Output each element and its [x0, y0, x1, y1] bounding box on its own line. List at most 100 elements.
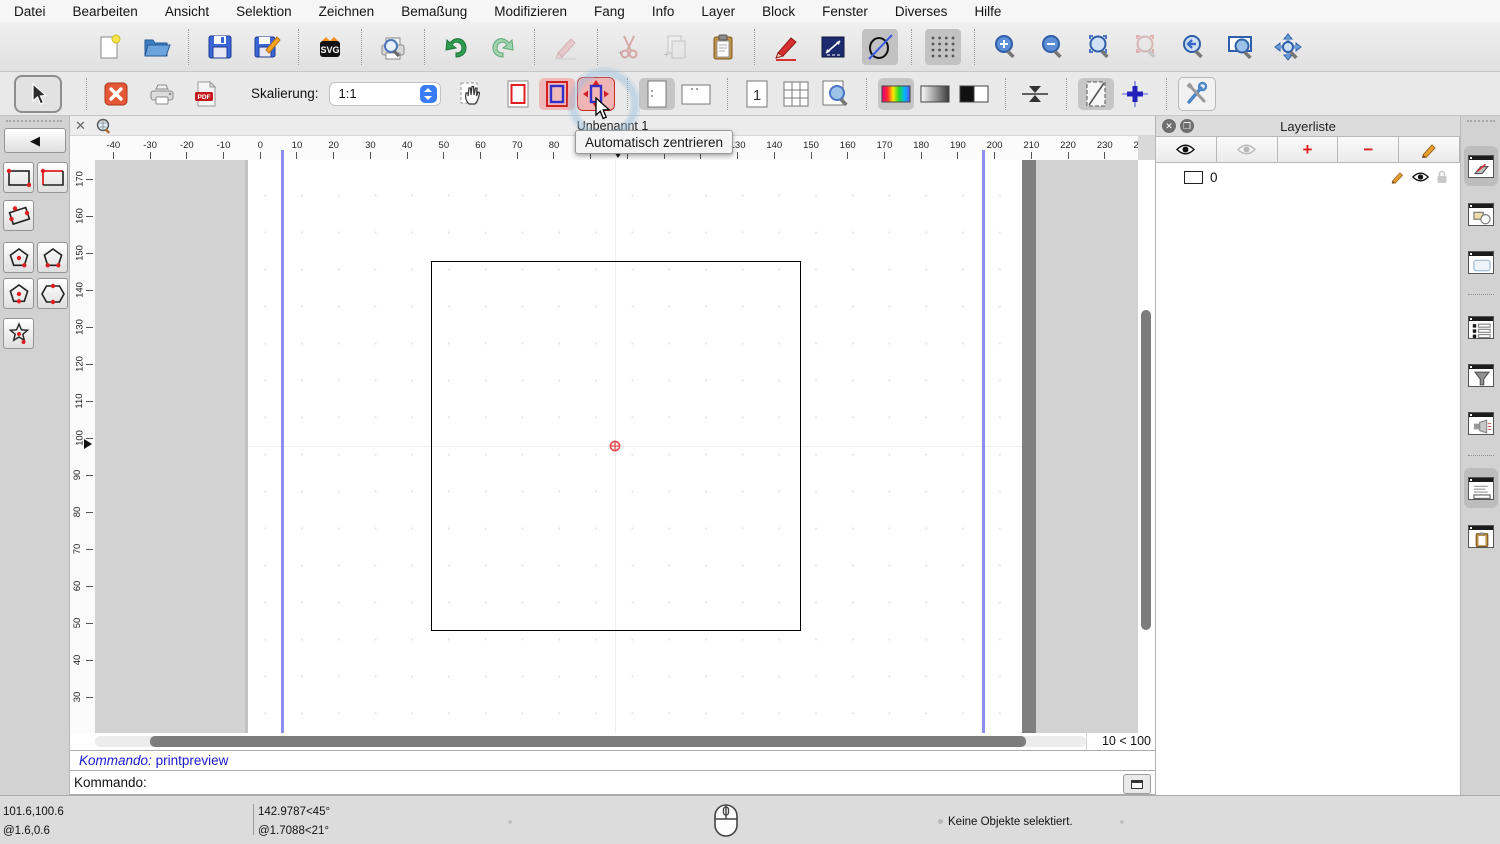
center-line-button[interactable] — [1017, 78, 1053, 110]
menu-item[interactable]: Fang — [594, 4, 625, 19]
print-preview-button[interactable] — [375, 29, 411, 65]
print-button[interactable] — [144, 78, 180, 110]
stepper-icon[interactable] — [420, 85, 437, 103]
layer-row[interactable]: 0 — [1156, 166, 1460, 188]
menu-item[interactable]: Layer — [701, 4, 735, 19]
horizontal-scrollbar-thumb[interactable] — [150, 736, 1026, 747]
blackwhite-button[interactable] — [956, 78, 992, 110]
zoom-window-button[interactable] — [1223, 29, 1259, 65]
save-as-button[interactable] — [249, 29, 285, 65]
menu-item[interactable]: Bearbeiten — [73, 4, 138, 19]
pencil-icon[interactable] — [1390, 170, 1405, 184]
color-button[interactable] — [878, 78, 914, 110]
pan-hand-button[interactable] — [453, 78, 489, 110]
zoom-page-button[interactable] — [817, 78, 853, 110]
svg-export-icon: SVG — [316, 33, 344, 61]
show-all-layers-button[interactable] — [1155, 136, 1217, 163]
zoom-out-button[interactable] — [1035, 29, 1071, 65]
landscape-button[interactable] — [678, 78, 714, 110]
scale-select[interactable]: 1:1 — [329, 82, 441, 106]
zoom-back-button[interactable] — [1176, 29, 1212, 65]
add-layer-button[interactable]: + — [1277, 136, 1339, 163]
layer-list-dock-button[interactable] — [1464, 146, 1498, 186]
menu-item[interactable]: Datei — [14, 4, 46, 19]
menu-item[interactable]: Hilfe — [974, 4, 1001, 19]
zoom-previous-button[interactable] — [1129, 29, 1165, 65]
save-button[interactable] — [202, 29, 238, 65]
palette-back-button[interactable]: ◀ — [4, 128, 66, 153]
copy-button[interactable]: + — [658, 29, 694, 65]
ruler-tick-label: 240 — [1123, 136, 1138, 160]
rectangle-rotated-tool[interactable] — [3, 200, 34, 231]
svg-text:+: + — [664, 50, 669, 59]
options-icon — [1184, 81, 1210, 107]
pdf-export-button[interactable]: PDF — [188, 78, 224, 110]
one-page-button[interactable]: 1 — [739, 78, 775, 110]
edit-layer-button[interactable] — [1398, 136, 1460, 163]
draft-mode-button[interactable] — [862, 29, 898, 65]
command-widget-dock-button[interactable] — [1464, 468, 1498, 508]
undo-button[interactable] — [438, 29, 474, 65]
multi-page-button[interactable] — [778, 78, 814, 110]
measure-line-button[interactable] — [815, 29, 851, 65]
menu-item[interactable]: Fenster — [822, 4, 868, 19]
crosshair-button[interactable] — [1117, 78, 1153, 110]
menu-item[interactable]: Ansicht — [165, 4, 209, 19]
grayscale-button[interactable] — [917, 78, 953, 110]
polygon-center-tangent-tool[interactable] — [3, 278, 34, 309]
entity-list-dock-button[interactable] — [1464, 307, 1498, 347]
block-list-dock-button[interactable] — [1464, 194, 1498, 234]
remove-layer-button[interactable]: − — [1337, 136, 1399, 163]
erase-button[interactable] — [548, 29, 584, 65]
command-detach-button[interactable] — [1123, 774, 1151, 794]
pen-button[interactable] — [768, 29, 804, 65]
vertical-scrollbar[interactable] — [1138, 160, 1155, 733]
polygon-2corners-tool[interactable] — [37, 242, 68, 273]
eye-icon[interactable] — [1412, 171, 1429, 183]
grid-toggle-button[interactable] — [925, 29, 961, 65]
dock-drag-handle[interactable] — [1467, 120, 1495, 122]
library-dock-button[interactable] — [1464, 242, 1498, 282]
menu-item[interactable]: Selektion — [236, 4, 292, 19]
menu-item[interactable]: Zeichnen — [319, 4, 375, 19]
ruler-tick-label: 20 — [315, 136, 352, 160]
zoom-pan-button[interactable] — [1270, 29, 1306, 65]
select-pointer-button[interactable] — [14, 75, 62, 113]
svg-export-button[interactable]: SVG — [312, 29, 348, 65]
paste-button[interactable] — [705, 29, 741, 65]
paper-settings-button[interactable] — [1078, 78, 1114, 110]
vertical-scrollbar-thumb[interactable] — [1141, 310, 1151, 630]
center-line-icon — [1020, 82, 1050, 106]
menu-item[interactable]: Modifizieren — [494, 4, 567, 19]
clipboard-dock-button[interactable] — [1464, 516, 1498, 556]
menu-item[interactable]: Bemaßung — [401, 4, 467, 19]
rectangle-corner-size-tool[interactable] — [37, 162, 68, 193]
polygon-center-corner-tool[interactable] — [3, 242, 34, 273]
cut-button[interactable]: + — [611, 29, 647, 65]
polygon-center-corner-icon — [6, 247, 32, 269]
ruler-tick-label: 190 — [940, 136, 977, 160]
menu-item[interactable]: Block — [762, 4, 795, 19]
star-tool[interactable] — [3, 318, 34, 349]
zoom-in-button[interactable] — [988, 29, 1024, 65]
lock-icon[interactable] — [1436, 170, 1448, 184]
command-input[interactable]: Kommando: — [70, 770, 1155, 795]
layer-panel-toolbar: + − — [1156, 136, 1460, 163]
close-preview-button[interactable] — [98, 78, 134, 110]
palette-drag-handle[interactable] — [6, 120, 62, 125]
menu-item[interactable]: Info — [652, 4, 675, 19]
filter-dock-button[interactable] — [1464, 355, 1498, 395]
notification-dock-button[interactable] — [1464, 403, 1498, 443]
new-file-button[interactable] — [92, 29, 128, 65]
options-button[interactable] — [1178, 77, 1216, 111]
redo-button[interactable] — [485, 29, 521, 65]
portrait-button[interactable] — [639, 78, 675, 110]
hexagon-tool[interactable] — [37, 278, 68, 309]
open-file-button[interactable] — [139, 29, 175, 65]
fit-paper-button[interactable] — [500, 78, 536, 110]
rectangle-2corners-tool[interactable] — [3, 162, 34, 193]
zoom-auto-button[interactable] — [1082, 29, 1118, 65]
hide-all-layers-button[interactable] — [1216, 136, 1278, 163]
menu-item[interactable]: Diverses — [895, 4, 948, 19]
toolbar-separator — [1166, 78, 1168, 110]
